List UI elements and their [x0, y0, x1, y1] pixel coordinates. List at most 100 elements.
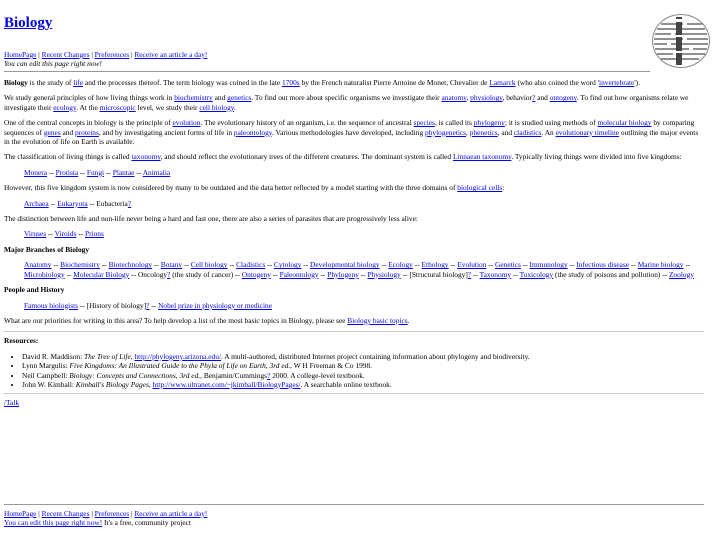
footer-nav-homepage[interactable]: HomePage [4, 509, 36, 518]
wiki-link[interactable]: Animalia [143, 168, 171, 177]
wiki-link[interactable]: genes [44, 128, 61, 137]
wiki-link[interactable]: Microbiology [24, 270, 65, 279]
wiki-link[interactable]: Toxicology [520, 270, 554, 279]
wiki-link[interactable]: Genetics [495, 260, 521, 269]
wiki-link[interactable]: Famous biologists [24, 301, 78, 310]
wiki-link[interactable]: proteins [75, 128, 99, 137]
text-run: . Various methodologies have developed, … [272, 127, 425, 137]
wiki-link[interactable]: genetics [227, 93, 251, 102]
wiki-link[interactable]: phylogenetics [425, 128, 466, 137]
footer-edit-link[interactable]: You can edit this page right now! [4, 518, 102, 527]
wiki-link[interactable]: Developmental biology [310, 260, 380, 269]
wiki-link[interactable]: ontogeny [550, 93, 577, 102]
wiki-link[interactable]: Evolution [457, 260, 486, 269]
footer-nav-article-a-day[interactable]: Receive an article a day! [134, 509, 207, 518]
wiki-link[interactable]: Biotechnology [109, 260, 153, 269]
missing-page-link[interactable]: ? [128, 199, 131, 208]
wiki-link[interactable]: phenetics [470, 128, 498, 137]
wiki-link[interactable]: Plantae [113, 168, 135, 177]
text-run: , and [497, 127, 514, 137]
wiki-link[interactable]: Cladistics [236, 260, 265, 269]
wiki-link[interactable]: Ontogeny [242, 270, 271, 279]
text-run: , and should reflect the evolutionary tr… [160, 152, 453, 162]
nav-homepage[interactable]: HomePage [4, 50, 36, 59]
wiki-link[interactable]: biological cells [457, 183, 502, 192]
talk-divider [4, 393, 704, 395]
wiki-link[interactable]: paleontology [234, 128, 272, 137]
text-run: (the study of cancer) -- [170, 269, 242, 279]
text-run: -- [104, 167, 113, 177]
paragraph-domains: However, this five kingdom system is now… [4, 183, 704, 192]
text-run: -- [Structural biology] [400, 269, 468, 279]
wiki-link[interactable]: Immunology [530, 260, 568, 269]
wiki-link[interactable]: Nobel prize in physiology or medicine [158, 301, 272, 310]
wikipedia-globe-logo [652, 14, 710, 68]
wiki-link[interactable]: anatomy [441, 93, 466, 102]
wiki-link[interactable]: Molecular Biology [73, 270, 129, 279]
page-title[interactable]: Biology [4, 14, 52, 32]
nav-separator: | [38, 50, 40, 59]
footer-nav-preferences[interactable]: Preferences [95, 509, 129, 518]
wiki-link[interactable]: Viruses [24, 229, 46, 238]
wiki-link[interactable]: Archaea [24, 199, 49, 208]
resources-list: David R. Maddison: The Tree of Life, htt… [4, 352, 704, 390]
wiki-link[interactable]: Physiology [367, 270, 400, 279]
wiki-link[interactable]: Ecology [388, 260, 413, 269]
wiki-link[interactable]: http://www.ultranet.com/~jkimball/Biolog… [153, 380, 301, 389]
nav-article-a-day[interactable]: Receive an article a day! [134, 50, 207, 59]
wiki-link[interactable]: Protista [56, 168, 79, 177]
wiki-link[interactable]: invertebrate [599, 78, 634, 87]
wiki-link[interactable]: life [73, 78, 83, 87]
text-run: -- [379, 260, 389, 270]
wiki-link[interactable]: Anatomy [24, 260, 52, 269]
domains-list: Archaea -- Eukaryota -- Eubacteria? [24, 199, 704, 208]
text-run: -- [76, 229, 85, 239]
wiki-link[interactable]: biochemistry [174, 93, 213, 102]
wiki-link[interactable]: ecology [53, 103, 76, 112]
wiki-link[interactable]: Fungi [87, 168, 104, 177]
page: Biology HomePage | Recent Changes | Pref… [0, 0, 720, 544]
wiki-link[interactable]: Biology basic topics [347, 316, 407, 325]
wiki-link[interactable]: 1700s [282, 78, 300, 87]
wiki-link[interactable]: phylogeny [474, 118, 505, 127]
text-run: -- [520, 260, 530, 270]
wiki-link[interactable]: cladistics [514, 128, 542, 137]
nav-recent-changes[interactable]: Recent Changes [42, 50, 90, 59]
text-run: -- [412, 260, 422, 270]
bold-term: Biology [4, 78, 28, 87]
wiki-link[interactable]: Phylogeny [327, 270, 359, 279]
wiki-link[interactable]: Zoology [669, 270, 694, 279]
wiki-link[interactable]: Cytology [274, 260, 302, 269]
wiki-link[interactable]: http://phylogeny.arizona.edu/ [134, 352, 221, 361]
wiki-link[interactable]: Ethology [422, 260, 449, 269]
footer-nav-recent-changes[interactable]: Recent Changes [42, 509, 90, 518]
wiki-link[interactable]: Prions [85, 229, 104, 238]
text-run: level, we study their [135, 102, 200, 112]
wiki-link[interactable]: Botany [161, 260, 182, 269]
wiki-link[interactable]: evolutionary timeline [556, 128, 619, 137]
wiki-link[interactable]: Taxonomy [480, 270, 512, 279]
wiki-link[interactable]: microscopic [100, 103, 136, 112]
wiki-link[interactable]: Cell biology [191, 260, 228, 269]
text-run: -- [270, 269, 280, 279]
wiki-link[interactable]: Paleontology [280, 270, 319, 279]
wiki-link[interactable]: physiology [470, 93, 502, 102]
branches-heading: Major Branches of Biology [4, 244, 90, 254]
wiki-link[interactable]: Eukaryota [57, 199, 87, 208]
wiki-link[interactable]: cell biology [199, 103, 234, 112]
wiki-link[interactable]: Linnaean taxonomy [453, 152, 511, 161]
wiki-link[interactable]: Biochemistry [60, 260, 100, 269]
talk-link[interactable]: /Talk [4, 398, 19, 407]
wiki-link[interactable]: Monera [24, 168, 47, 177]
wiki-link[interactable]: Lamarck [489, 78, 515, 87]
wiki-link[interactable]: Infectious disease [576, 260, 629, 269]
wiki-link[interactable]: evolution [173, 118, 201, 127]
wiki-link[interactable]: Viroids [55, 229, 77, 238]
nav-preferences[interactable]: Preferences [95, 50, 129, 59]
wiki-link[interactable]: Marine biology [638, 260, 684, 269]
wiki-link[interactable]: species [414, 118, 435, 127]
text-run: (who also coined the word ' [515, 78, 600, 87]
wiki-link[interactable]: taxonomy [131, 152, 160, 161]
wiki-link[interactable]: molecular biology [598, 118, 652, 127]
text-run: . An [541, 127, 556, 137]
